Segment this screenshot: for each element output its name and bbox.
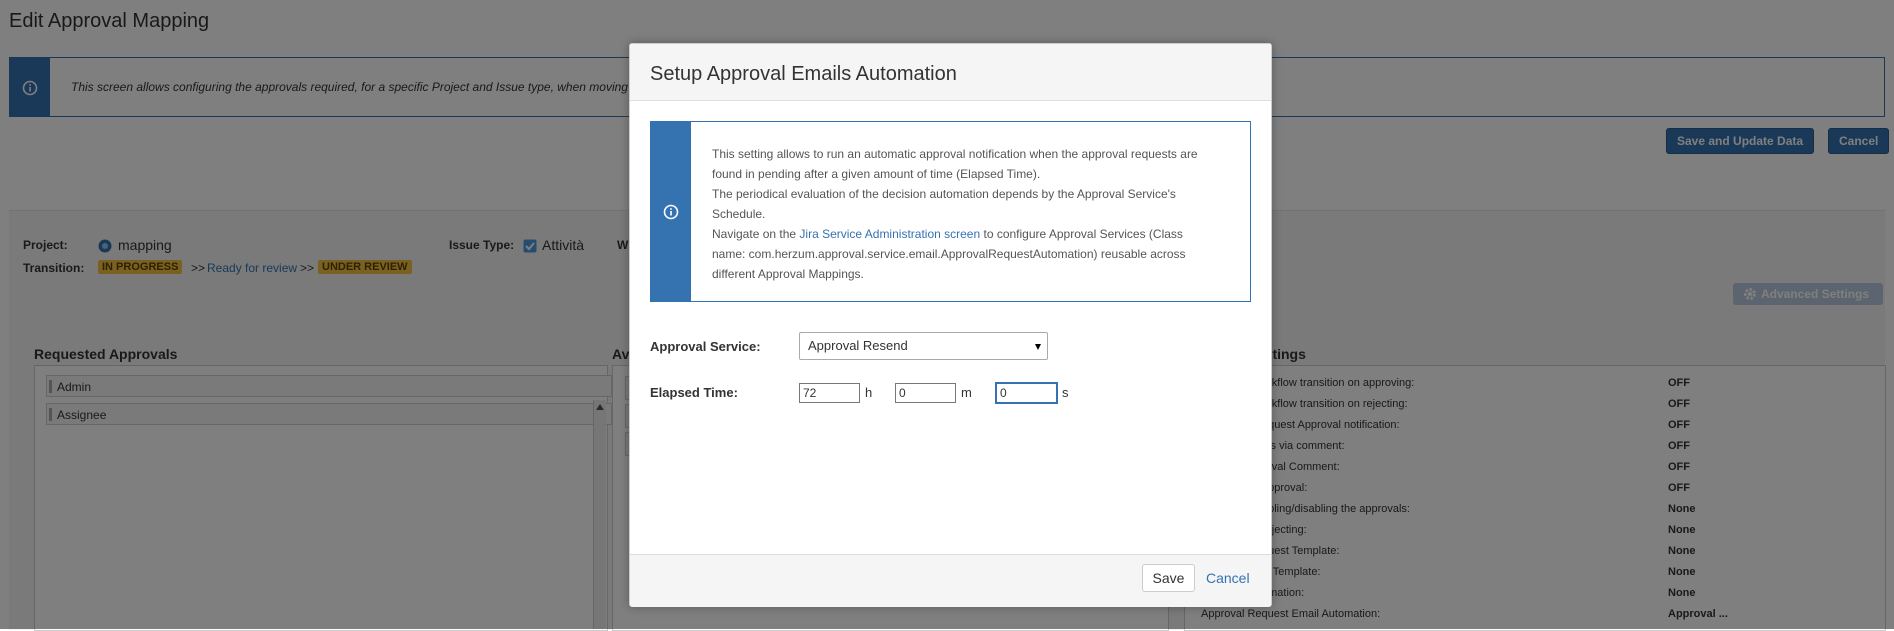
jira-admin-link[interactable]: Jira Service Administration screen [799, 227, 980, 241]
approval-service-label: Approval Service: [650, 339, 761, 354]
info-line: Navigate on the Jira Service Administrat… [712, 227, 1186, 281]
dialog-info-text: This setting allows to run an automatic … [712, 144, 1212, 284]
approval-service-select[interactable]: Approval Resend [799, 332, 1048, 360]
seconds-input[interactable]: 0 [996, 383, 1057, 403]
info-line: This setting allows to run an automatic … [712, 147, 1198, 181]
seconds-unit: s [1062, 385, 1069, 400]
approval-service-value: Approval Resend [808, 338, 908, 353]
dialog-header: Setup Approval Emails Automation [630, 44, 1271, 101]
hours-input[interactable]: 72 [799, 383, 860, 403]
minutes-unit: m [961, 385, 972, 400]
hours-unit: h [865, 385, 873, 400]
dialog-info-message: This setting allows to run an automatic … [650, 121, 1251, 302]
info-icon [663, 204, 679, 220]
dialog-save-button[interactable]: Save [1142, 564, 1195, 592]
chevron-down-icon [1035, 344, 1041, 350]
info-line: The periodical evaluation of the decisio… [712, 187, 1176, 221]
dialog-title: Setup Approval Emails Automation [650, 63, 957, 85]
setup-approval-dialog: Setup Approval Emails Automation This se… [629, 43, 1272, 607]
elapsed-time-label: Elapsed Time: [650, 385, 738, 400]
minutes-input[interactable]: 0 [895, 383, 956, 403]
dialog-cancel-link[interactable]: Cancel [1206, 570, 1250, 586]
